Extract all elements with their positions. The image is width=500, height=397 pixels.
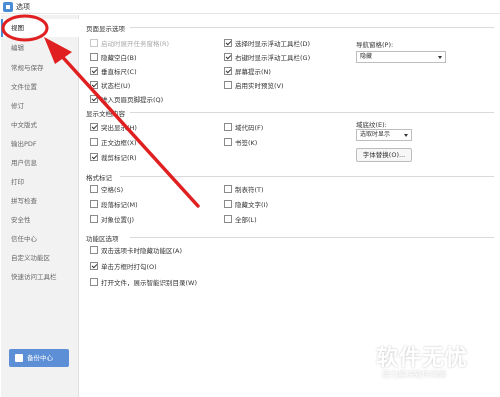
sidebar-item-security[interactable]: 安全性 (1, 211, 79, 229)
sidebar-item-customize-ribbon[interactable]: 自定义功能区 (1, 249, 79, 267)
checkbox-checked[interactable] (224, 67, 232, 75)
checkbox-checked[interactable] (90, 153, 98, 161)
nav-pane-dropdown[interactable]: 隐藏 (356, 51, 446, 63)
backup-center-button[interactable]: 备份中心 (9, 349, 69, 367)
sidebar-item-print[interactable]: 打印 (1, 173, 79, 191)
option-screen-tips[interactable]: 屏幕提示(N) (224, 66, 271, 76)
checkbox[interactable] (90, 185, 98, 193)
checkbox[interactable] (90, 138, 98, 146)
field-shading-label: 域底纹(E): (356, 121, 387, 129)
section-title-format-marks: 格式标记 (86, 174, 112, 182)
sidebar-item-file-location[interactable]: 文件位置 (1, 78, 79, 96)
option-status-bar[interactable]: 状态栏(U) (90, 80, 130, 90)
sidebar-item-user-info[interactable]: 用户信息 (1, 154, 79, 172)
checkbox[interactable] (224, 138, 232, 146)
checkbox[interactable] (224, 81, 232, 89)
option-vertical-ruler[interactable]: 垂直标尺(C) (90, 66, 137, 76)
checkbox-checked[interactable] (90, 81, 98, 89)
app-icon (3, 2, 13, 12)
backup-center-label: 备份中心 (27, 354, 53, 362)
checkbox-checked[interactable] (90, 95, 98, 103)
watermark-subtitle: 努力解决软件问题 (382, 370, 446, 379)
checkbox[interactable] (224, 200, 232, 208)
checkbox[interactable] (224, 215, 232, 223)
sidebar-item-spell-check[interactable]: 拼写检查 (1, 192, 79, 210)
field-shading-dropdown[interactable]: 选取时显示 (356, 129, 412, 141)
option-hide-blank[interactable]: 隐藏空白(B) (90, 52, 137, 62)
option-field-codes[interactable]: 域代码(F) (224, 122, 263, 132)
option-expand-task-pane[interactable]: 启动时展开任务窗格(R) (90, 38, 169, 48)
sidebar: 视图 编辑 常规与保存 文件位置 修订 中文版式 输出PDF 用户信息 打印 拼… (1, 15, 79, 397)
checkbox[interactable] (90, 39, 98, 47)
checkbox-checked[interactable] (224, 39, 232, 47)
watermark-title: 软件无忧 (376, 346, 469, 371)
sidebar-item-view[interactable]: 视图 (1, 19, 79, 37)
option-live-preview[interactable]: 启用实时预览(V) (224, 80, 284, 90)
option-bookmarks[interactable]: 书签(K) (224, 137, 257, 147)
option-click-box-check[interactable]: 单击方框时打勾(O) (90, 261, 157, 271)
section-title-page-display: 页面显示选项 (86, 25, 125, 33)
option-smart-toc[interactable]: 打开文件，展示智能识别目录(W) (90, 277, 197, 287)
checkbox[interactable] (90, 246, 98, 254)
checkbox[interactable] (90, 53, 98, 61)
checkbox[interactable] (90, 200, 98, 208)
window-title: 选项 (16, 3, 30, 11)
divider (130, 237, 494, 238)
checkbox[interactable] (90, 215, 98, 223)
option-text-border[interactable]: 正文边框(X) (90, 137, 137, 147)
checkbox-checked[interactable] (224, 53, 232, 61)
nav-pane-label: 导航窗格(P): (356, 41, 394, 49)
font-replace-button[interactable]: 字体替换(O)... (356, 148, 412, 162)
chevron-down-icon (438, 56, 442, 59)
sidebar-item-trust-center[interactable]: 信任中心 (1, 230, 79, 248)
option-tab-chars[interactable]: 制表符(T) (224, 184, 264, 194)
checkbox-checked[interactable] (90, 123, 98, 131)
option-hidden-text[interactable]: 隐藏文字(I) (224, 199, 268, 209)
divider (130, 27, 494, 28)
option-float-toolbar-select[interactable]: 选择时显示浮动工具栏(D) (224, 38, 310, 48)
option-crop-marks[interactable]: 裁剪标记(R) (90, 152, 137, 162)
title-bar: 选项 (0, 0, 500, 14)
section-title-ribbon: 功能区选项 (86, 235, 119, 243)
option-double-click-hide-ribbon[interactable]: 双击选项卡时隐藏功能区(A) (90, 245, 182, 255)
option-header-footer-tip[interactable]: 进入页眉页脚提示(Q) (90, 94, 163, 104)
sidebar-item-general-save[interactable]: 常规与保存 (1, 59, 79, 77)
option-highlight[interactable]: 突出显示(H) (90, 122, 137, 132)
divider (120, 176, 494, 177)
sidebar-item-output-pdf[interactable]: 输出PDF (1, 135, 79, 153)
sidebar-item-edit[interactable]: 编辑 (1, 39, 79, 57)
option-float-toolbar-rightclick[interactable]: 右键时显示浮动工具栏(G) (224, 52, 310, 62)
option-object-position[interactable]: 对象位置(J) (90, 214, 134, 224)
checkbox[interactable] (224, 123, 232, 131)
sidebar-item-revision[interactable]: 修订 (1, 97, 79, 115)
checkbox[interactable] (224, 185, 232, 193)
section-title-show-content: 显示文档内容 (86, 110, 125, 118)
chevron-down-icon (404, 134, 408, 137)
sidebar-item-chinese-layout[interactable]: 中文版式 (1, 116, 79, 134)
checkbox-checked[interactable] (90, 67, 98, 75)
divider (130, 112, 494, 113)
option-all-marks[interactable]: 全部(L) (224, 214, 257, 224)
sidebar-item-quick-access-toolbar[interactable]: 快速访问工具栏 (1, 268, 79, 286)
checkbox-checked[interactable] (90, 262, 98, 270)
option-spaces[interactable]: 空格(S) (90, 184, 123, 194)
checkbox[interactable] (90, 278, 98, 286)
option-paragraph-marks[interactable]: 段落标记(M) (90, 199, 138, 209)
backup-icon (15, 354, 23, 362)
